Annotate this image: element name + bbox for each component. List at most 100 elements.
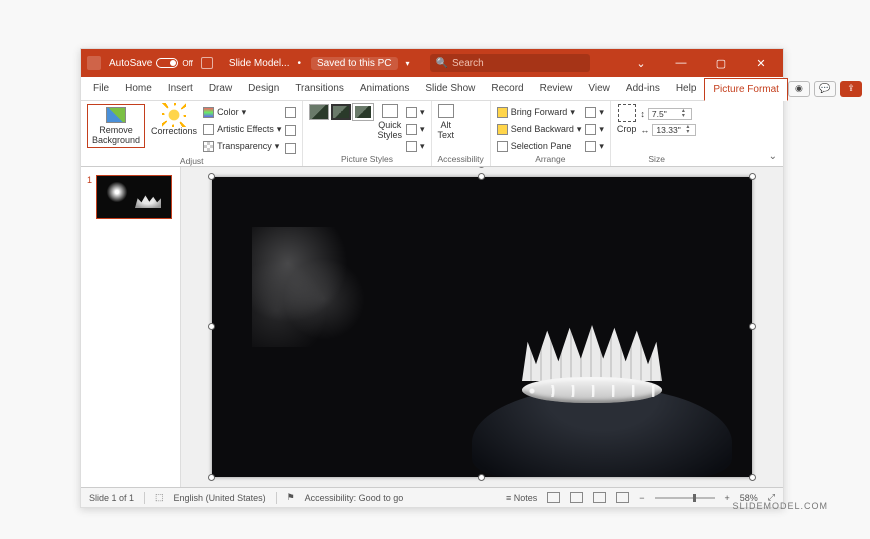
transparency-button[interactable]: Transparency▾ bbox=[203, 138, 281, 154]
reset-picture-button[interactable] bbox=[285, 140, 296, 156]
tab-transitions[interactable]: Transitions bbox=[287, 77, 352, 100]
tab-help[interactable]: Help bbox=[668, 77, 705, 100]
color-button[interactable]: Color▾ bbox=[203, 104, 281, 120]
slideshow-view-button[interactable] bbox=[616, 492, 629, 503]
style-thumb[interactable] bbox=[331, 104, 351, 120]
chevron-down-icon: ▾ bbox=[275, 141, 280, 152]
quick-styles-button[interactable]: Quick Styles bbox=[377, 104, 402, 140]
tab-file[interactable]: File bbox=[85, 77, 117, 100]
accessibility-icon: ⚑ bbox=[287, 492, 295, 503]
normal-view-button[interactable] bbox=[547, 492, 560, 503]
crop-icon bbox=[618, 104, 636, 122]
resize-handle[interactable] bbox=[478, 474, 485, 481]
save-icon[interactable] bbox=[201, 57, 213, 69]
slide-edit-area[interactable] bbox=[181, 167, 783, 487]
corrections-button[interactable]: Corrections bbox=[149, 104, 199, 138]
zoom-slider[interactable] bbox=[655, 497, 715, 499]
change-picture-button[interactable] bbox=[285, 122, 296, 138]
slide-thumbnail[interactable] bbox=[96, 175, 172, 219]
autosave-toggle[interactable]: AutoSave Off bbox=[109, 58, 193, 69]
picture-effects-button[interactable]: ▾ bbox=[406, 121, 425, 137]
compress-button[interactable] bbox=[285, 104, 296, 120]
search-placeholder: Search bbox=[452, 58, 484, 69]
width-icon: ↔ bbox=[640, 125, 649, 135]
tab-home[interactable]: Home bbox=[117, 77, 160, 100]
resize-handle[interactable] bbox=[749, 323, 756, 330]
resize-handle[interactable] bbox=[208, 474, 215, 481]
search-box[interactable]: 🔍 Search bbox=[430, 54, 590, 72]
watermark: SLIDEMODEL.COM bbox=[732, 501, 828, 511]
file-name[interactable]: Slide Model... bbox=[229, 58, 290, 69]
chevron-down-icon: ▾ bbox=[599, 107, 604, 118]
reset-icon bbox=[285, 143, 296, 154]
notes-button[interactable]: ≡ Notes bbox=[506, 493, 537, 503]
quick-styles-icon bbox=[382, 104, 398, 118]
tab-draw[interactable]: Draw bbox=[201, 77, 240, 100]
rotate-button[interactable]: ▾ bbox=[585, 138, 604, 154]
remove-background-button[interactable]: Remove Background bbox=[87, 104, 145, 148]
close-button[interactable]: ✕ bbox=[745, 49, 777, 77]
tab-slideshow[interactable]: Slide Show bbox=[417, 77, 483, 100]
comments-button[interactable]: 💬 bbox=[814, 81, 836, 97]
title-bar: AutoSave Off Slide Model... • Saved to t… bbox=[81, 49, 783, 77]
slide-thumbnails-pane[interactable]: 1 bbox=[81, 167, 181, 487]
border-icon bbox=[406, 107, 417, 118]
tab-view[interactable]: View bbox=[580, 77, 618, 100]
width-input[interactable]: 13.33"▴▾ bbox=[652, 124, 696, 136]
collapse-ribbon-button[interactable]: ⌄ bbox=[769, 151, 777, 162]
selected-picture[interactable] bbox=[212, 177, 752, 477]
height-input[interactable]: 7.5"▴▾ bbox=[648, 108, 692, 120]
bring-forward-button[interactable]: Bring Forward▾ bbox=[497, 104, 582, 120]
resize-handle[interactable] bbox=[208, 173, 215, 180]
style-thumb[interactable] bbox=[309, 104, 329, 120]
ribbon-options-button[interactable]: ⌄ bbox=[625, 49, 657, 77]
resize-handle[interactable] bbox=[749, 474, 756, 481]
chevron-down-icon: ▾ bbox=[599, 141, 604, 152]
toggle-switch-icon[interactable] bbox=[156, 58, 178, 68]
alt-text-button[interactable]: Alt Text bbox=[438, 104, 455, 140]
tab-animations[interactable]: Animations bbox=[352, 77, 417, 100]
resize-handle[interactable] bbox=[749, 173, 756, 180]
bring-forward-icon bbox=[497, 107, 508, 118]
align-icon bbox=[585, 107, 596, 118]
share-button[interactable]: ⇪ bbox=[840, 81, 862, 97]
crop-button[interactable]: Crop bbox=[617, 104, 637, 134]
zoom-out-button[interactable]: − bbox=[639, 493, 644, 503]
tab-design[interactable]: Design bbox=[240, 77, 287, 100]
tab-record[interactable]: Record bbox=[483, 77, 531, 100]
maximize-button[interactable]: ▢ bbox=[705, 49, 737, 77]
slide-number: 1 bbox=[87, 175, 92, 219]
style-gallery[interactable] bbox=[309, 104, 373, 120]
chevron-down-icon: ▾ bbox=[599, 124, 604, 135]
picture-layout-button[interactable]: ▾ bbox=[406, 138, 425, 154]
chevron-down-icon[interactable]: ▾ bbox=[406, 59, 410, 68]
slide-counter[interactable]: Slide 1 of 1 bbox=[89, 493, 134, 503]
zoom-in-button[interactable]: + bbox=[725, 493, 730, 503]
camera-button[interactable]: ◉ bbox=[788, 81, 810, 97]
height-icon: ↕ bbox=[640, 109, 645, 119]
align-button[interactable]: ▾ bbox=[585, 104, 604, 120]
save-state-badge[interactable]: Saved to this PC bbox=[311, 57, 397, 70]
send-backward-button[interactable]: Send Backward▾ bbox=[497, 121, 582, 137]
group-button[interactable]: ▾ bbox=[585, 121, 604, 137]
style-thumb[interactable] bbox=[353, 104, 373, 120]
reading-view-button[interactable] bbox=[593, 492, 606, 503]
resize-handle[interactable] bbox=[208, 323, 215, 330]
app-icon bbox=[87, 56, 101, 70]
language-status[interactable]: English (United States) bbox=[174, 493, 266, 503]
artistic-icon bbox=[203, 124, 214, 135]
tab-insert[interactable]: Insert bbox=[160, 77, 201, 100]
selection-pane-button[interactable]: Selection Pane bbox=[497, 138, 582, 154]
tab-addins[interactable]: Add-ins bbox=[618, 77, 668, 100]
artistic-effects-button[interactable]: Artistic Effects▾ bbox=[203, 121, 281, 137]
sorter-view-button[interactable] bbox=[570, 492, 583, 503]
chevron-down-icon: ▾ bbox=[242, 107, 247, 118]
tab-picture-format[interactable]: Picture Format bbox=[704, 78, 788, 101]
resize-handle[interactable] bbox=[478, 173, 485, 180]
rotate-handle[interactable] bbox=[478, 167, 485, 168]
minimize-button[interactable]: — bbox=[665, 49, 697, 77]
effects-icon bbox=[406, 124, 417, 135]
tab-review[interactable]: Review bbox=[532, 77, 581, 100]
accessibility-status[interactable]: Accessibility: Good to go bbox=[305, 493, 404, 503]
picture-border-button[interactable]: ▾ bbox=[406, 104, 425, 120]
